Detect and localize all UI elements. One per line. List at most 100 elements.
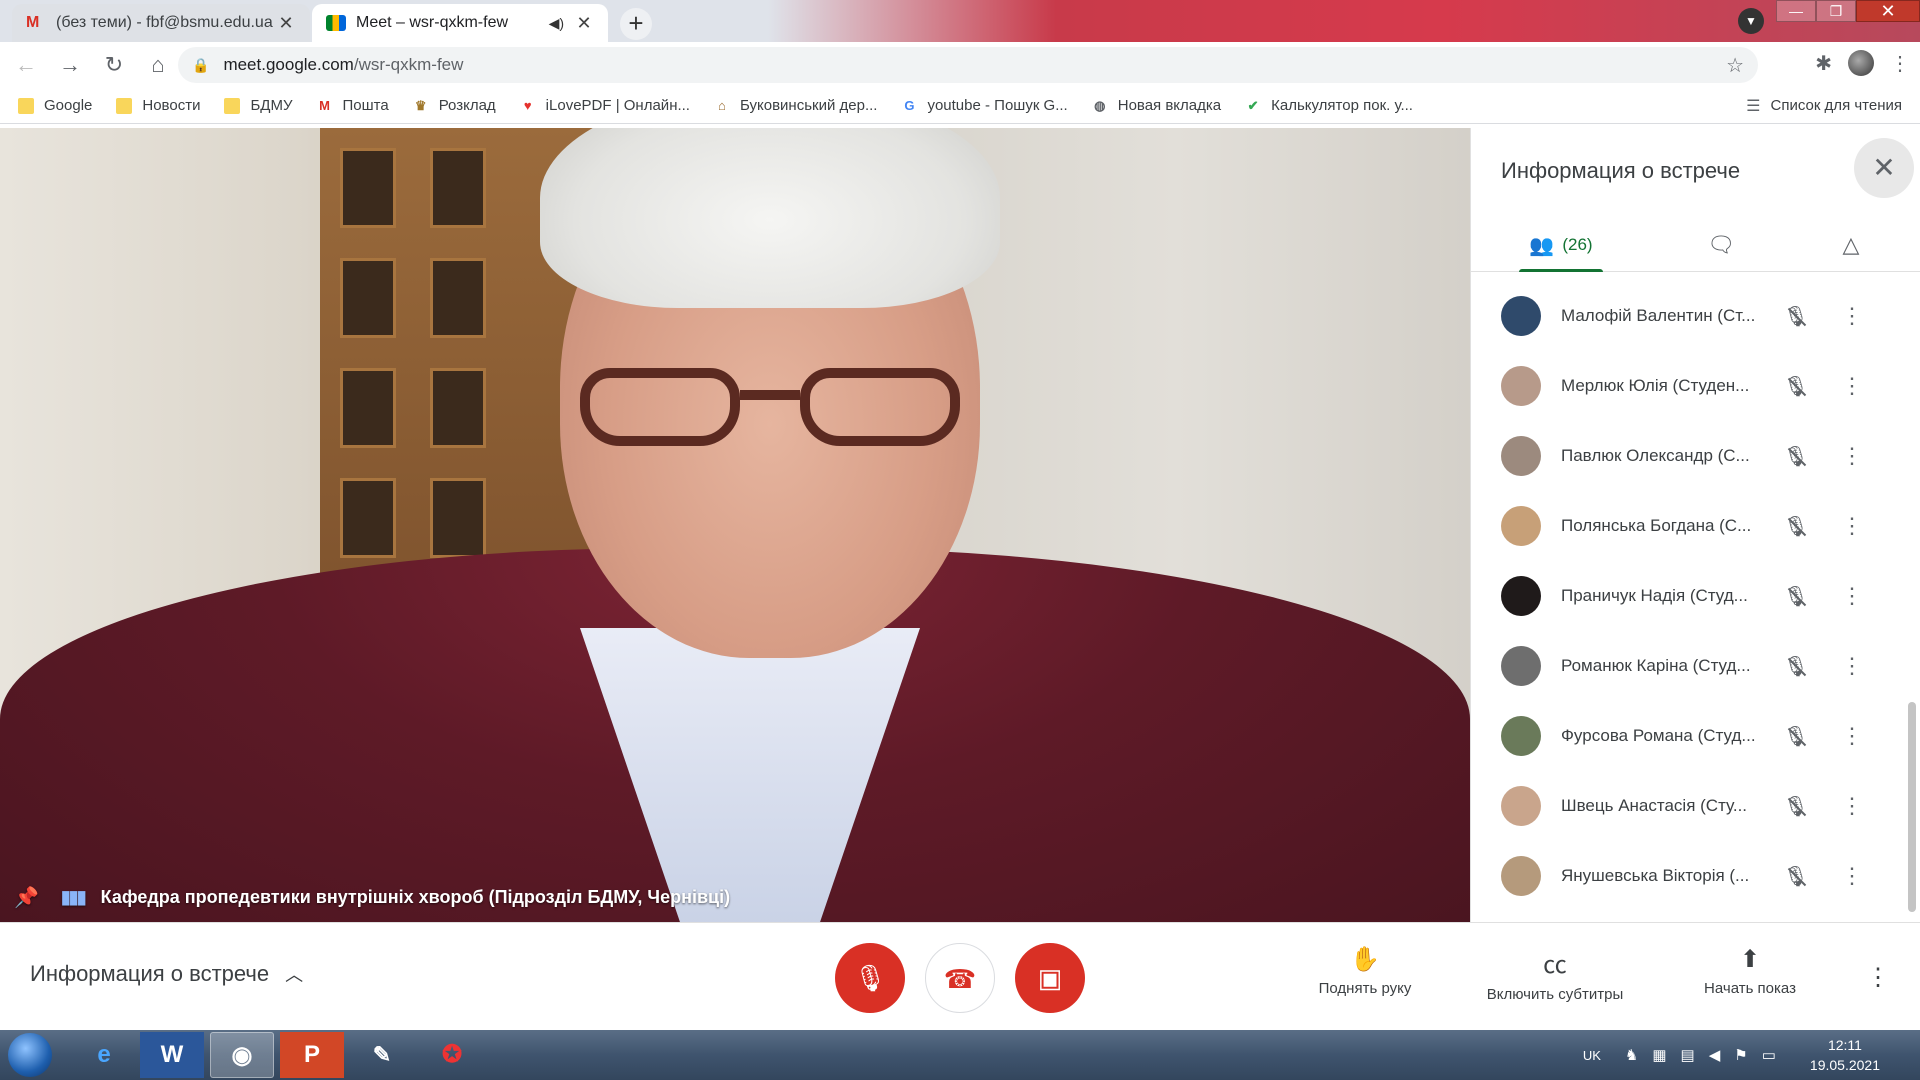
participant-avatar [1501,576,1541,616]
word-icon[interactable]: W [140,1032,204,1078]
paint-icon[interactable]: ✎ [350,1032,414,1078]
bookmark-new-tab[interactable]: ◍ Новая вкладка [1092,97,1221,114]
powerpoint-icon[interactable]: P [280,1032,344,1078]
clock[interactable]: 12:11 19.05.2021 [1810,1035,1880,1075]
participant-more-icon[interactable]: ⋮ [1841,583,1863,609]
home-icon[interactable]: ⌂ [140,47,176,83]
close-panel-button[interactable]: ✕ [1854,138,1914,198]
participant-more-icon[interactable]: ⋮ [1841,373,1863,399]
bookmark-bukovyna[interactable]: ⌂ Буковинський дер... [714,97,877,114]
bookmark-news[interactable]: Новости [116,97,200,114]
action-center-icon[interactable]: ▭ [1762,1046,1776,1064]
internet-explorer-icon[interactable]: e [72,1032,136,1078]
participant-more-icon[interactable]: ⋮ [1841,443,1863,469]
forward-icon[interactable]: → [52,47,88,83]
bookmark-label: Новая вкладка [1117,97,1222,114]
meet-icon [326,15,346,31]
participant-scrollbar[interactable] [1908,702,1916,912]
address-bar[interactable]: 🔒 meet.google.com/wsr-qxkm-few ☆ [178,47,1758,83]
tab-chat[interactable]: 🗨 [1671,218,1771,272]
participant-name: Малофій Валентин (Ст... [1561,306,1756,325]
tab-activities[interactable]: △ [1801,218,1901,272]
raise-hand-button[interactable]: ✋ Поднять руку [1305,945,1425,997]
participant-name: Полянська Богдана (С... [1561,516,1752,535]
participant-row[interactable]: Праничук Надія (Студ... 🎙 ⋮ [1471,561,1920,631]
mic-muted-icon: 🎙 [1781,724,1811,749]
leave-call-button[interactable]: ☎ [925,943,995,1013]
participant-row[interactable]: Швець Анастасія (Сту... 🎙 ⋮ [1471,771,1920,841]
start-button[interactable] [8,1033,52,1077]
network-icon[interactable]: ⚑ [1734,1046,1747,1064]
volume-icon[interactable]: ◀ [1709,1046,1721,1064]
participant-row[interactable]: Полянська Богдана (С... 🎙 ⋮ [1471,491,1920,561]
lock-icon[interactable]: 🔒 [192,57,209,74]
participant-more-icon[interactable]: ⋮ [1841,513,1863,539]
participant-more-icon[interactable]: ⋮ [1841,723,1863,749]
bookmark-mail[interactable]: M Пошта [316,97,389,114]
back-icon[interactable]: ← [8,47,44,83]
bookmark-schedule[interactable]: ♛ Розклад [413,97,496,114]
tab-search-icon[interactable]: ▼ [1738,8,1764,34]
bookmark-star-icon[interactable]: ☆ [1726,53,1744,78]
camera-toggle-button[interactable]: ▣ [1015,943,1085,1013]
captions-icon: ㏄ [1543,952,1567,979]
tray-app-icon[interactable]: ♞ [1625,1046,1638,1064]
maximize-button[interactable]: ❐ [1816,0,1856,22]
mic-toggle-button[interactable]: 🎙 [835,943,905,1013]
participant-row[interactable]: Фурсова Романа (Студ... 🎙 ⋮ [1471,701,1920,771]
reading-list-label: Список для чтения [1770,97,1902,114]
participant-more-icon[interactable]: ⋮ [1841,303,1863,329]
tab-close-icon[interactable]: ✕ [574,13,594,34]
participant-more-icon[interactable]: ⋮ [1841,653,1863,679]
meeting-details-button[interactable]: Информация о встрече ︿ [30,961,303,987]
participant-row[interactable]: Мерлюк Юлія (Студен... 🎙 ⋮ [1471,351,1920,421]
raise-hand-label: Поднять руку [1318,980,1412,997]
speaker-icon[interactable]: ◀) [549,15,564,32]
tab-gmail[interactable]: M (без теми) - fbf@bsmu.edu.ua - ✕ [12,4,310,42]
url-path: /wsr-qxkm-few [353,55,464,74]
meeting-details-label: Информация о встрече [30,961,270,986]
captions-button[interactable]: ㏄ Включить субтитры [1465,945,1645,1003]
chrome-icon[interactable]: ◉ [210,1032,274,1078]
participant-name: Янушевська Вікторія (... [1561,866,1750,885]
participant-more-icon[interactable]: ⋮ [1841,863,1863,889]
mic-muted-icon: 🎙 [1781,654,1811,679]
more-options-icon[interactable]: ⋮ [1866,963,1890,992]
close-window-button[interactable]: ✕ [1856,0,1920,22]
extensions-icon[interactable]: ✱ [1815,51,1832,76]
participant-row[interactable]: Янушевська Вікторія (... 🎙 ⋮ [1471,841,1920,911]
app-red-icon[interactable]: ✪ [420,1032,484,1078]
tray-print-icon[interactable]: ▤ [1681,1046,1695,1064]
tab-close-icon[interactable]: ✕ [276,13,296,34]
participant-more-icon[interactable]: ⋮ [1841,793,1863,819]
reload-icon[interactable]: ↻ [96,47,132,83]
language-indicator[interactable]: UK [1583,1048,1601,1063]
bookmark-google[interactable]: Google [18,97,92,114]
participant-row[interactable]: Малофій Валентин (Ст... 🎙 ⋮ [1471,281,1920,351]
chrome-menu-icon[interactable]: ⋮ [1890,51,1910,76]
bookmark-ilovepdf[interactable]: ♥ iLovePDF | Онлайн... [520,97,690,114]
participant-row[interactable]: Павлюк Олександр (С... 🎙 ⋮ [1471,421,1920,491]
tab-title: (без теми) - fbf@bsmu.edu.ua - [56,14,276,31]
present-button[interactable]: ⬆ Начать показ [1690,945,1810,997]
profile-avatar[interactable] [1848,50,1874,76]
tab-meet[interactable]: Meet – wsr-qxkm-few ◀) ✕ [312,4,608,42]
reading-list[interactable]: ☰ Список для чтения [1746,96,1902,116]
minimize-button[interactable]: — [1776,0,1816,22]
browser-toolbar: ← → ↻ ⌂ 🔒 meet.google.com/wsr-qxkm-few ☆… [0,42,1920,88]
participant-avatar [1501,716,1541,756]
bookmark-bdmu[interactable]: БДМУ [224,97,292,114]
bookmark-youtube-search[interactable]: Gyoutube - Пошук G... [901,97,1067,114]
speaker-caption: 📌 ▮▮▮ Кафедра пропедевтики внутрішніх хв… [14,885,730,910]
system-tray: UK ♞ ▦ ▤ ◀ ⚑ ▭ 12:11 19.05.2021 [1583,1030,1920,1080]
pin-icon[interactable]: 📌 [14,885,39,910]
bookmark-label: Google [44,97,93,114]
new-tab-button[interactable]: + [620,8,652,40]
participant-avatar [1501,296,1541,336]
reading-list-icon: ☰ [1746,97,1761,115]
participant-row[interactable]: Романюк Каріна (Студ... 🎙 ⋮ [1471,631,1920,701]
tray-folder-icon[interactable]: ▦ [1652,1046,1666,1064]
bookmark-calculator[interactable]: ✔ Калькулятор пок. у... [1245,97,1413,114]
panel-title: Информация о встрече [1501,158,1741,183]
tab-people[interactable]: 👥 (26) [1511,218,1611,272]
